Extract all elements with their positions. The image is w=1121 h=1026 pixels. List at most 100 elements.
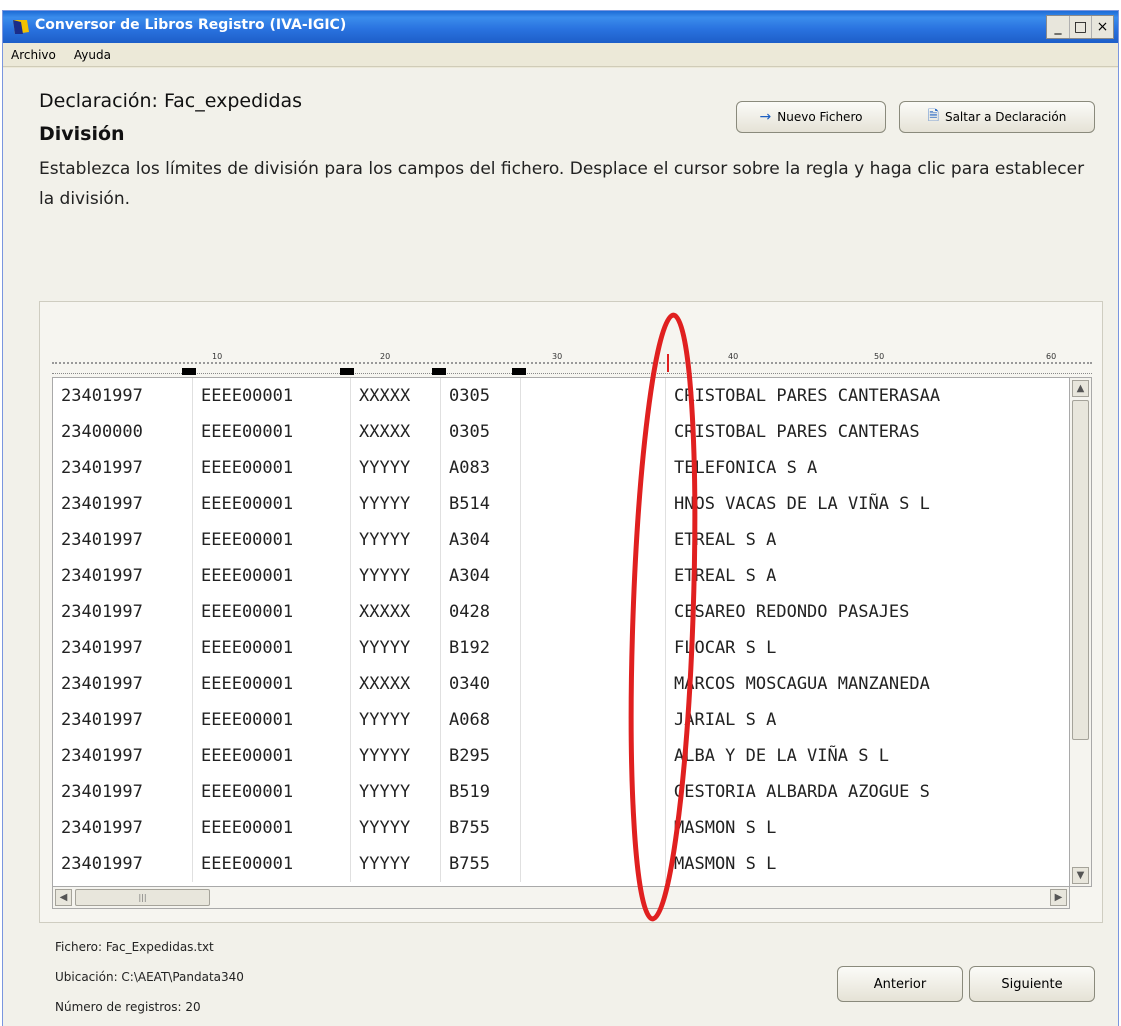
table-cell: EEEE00001 [193,702,351,738]
horizontal-scrollbar[interactable]: ◀ ||| ▶ [52,887,1070,909]
ruler-cursor [667,354,669,372]
table-cell: EEEE00001 [193,846,351,882]
app-window: Conversor de Libros Registro (IVA-IGIC) … [2,10,1119,1026]
jump-label: Saltar a Declaración [944,110,1067,124]
title-bar[interactable]: Conversor de Libros Registro (IVA-IGIC) … [3,11,1118,43]
table-cell [521,450,666,486]
table-row[interactable]: 23401997 EEEE00001 YYYYY B514 HNOS VACAS DE … [53,486,1069,522]
column-ruler[interactable]: 10 20 30 40 50 60 [52,342,1092,375]
table-cell: TELEFONICA S A [674,458,818,478]
table-cell [521,738,666,774]
table-cell: A304 [441,522,521,558]
division-marker[interactable] [182,368,196,375]
table-cell: EEEE00001 [193,522,351,558]
close-button[interactable]: × [1091,16,1113,38]
table-row[interactable]: 23401997 EEEE00001 YYYYY A304 ETREAL S A [53,522,1069,558]
division-marker[interactable] [432,368,446,375]
table-cell: EEEE00001 [193,774,351,810]
table-cell: 23401997 [53,846,193,882]
division-marker[interactable] [512,368,526,375]
table-cell: B755 [441,810,521,846]
table-cell [521,810,666,846]
table-cell: YYYYY [351,522,441,558]
table-cell [521,594,666,630]
minimize-button[interactable]: _ [1047,16,1069,38]
table-row[interactable]: 23401997 EEEE00001 YYYYY A304 ETREAL S A [53,558,1069,594]
table-cell: MASMON S L [674,854,777,874]
table-row[interactable]: 23401997 EEEE00001 YYYYY A068 JARIAL S A [53,702,1069,738]
data-grid[interactable]: 23401997 EEEE00001 XXXXX 0305 CRISTOBAL PARE… [52,377,1070,887]
table-cell: EEEE00001 [193,630,351,666]
table-row[interactable]: 23401997 EEEE00001 XXXXX 0305 CRISTOBAL PARE… [53,378,1069,414]
ruler-tick: 40 [728,352,739,361]
scroll-up-icon[interactable]: ▲ [1072,380,1089,397]
table-cell: EEEE00001 [193,594,351,630]
next-button[interactable]: Siguiente [969,966,1095,1002]
scroll-down-icon[interactable]: ▼ [1072,867,1089,884]
table-row[interactable]: 23401997 EEEE00001 XXXXX 0428 CESAREO REDOND… [53,594,1069,630]
scroll-left-icon[interactable]: ◀ [55,889,72,906]
table-cell: MASMON S L [674,818,777,838]
description: Establezca los límites de división para … [39,159,1085,209]
table-cell: EEEE00001 [193,810,351,846]
record-count-info: Número de registros: 20 [55,1000,201,1014]
vertical-scroll-thumb[interactable] [1072,400,1089,740]
scroll-right-icon[interactable]: ▶ [1050,889,1067,906]
table-cell: ETREAL S A [674,566,777,586]
table-cell: XXXXX [351,666,441,702]
division-panel: 10 20 30 40 50 60 23401997 EEEE00001 XXXXX… [39,301,1103,923]
new-file-button[interactable]: → Nuevo Fichero [736,101,886,133]
ruler-tick: 20 [380,352,391,361]
table-cell: 23401997 [53,810,193,846]
table-cell: YYYYY [351,558,441,594]
app-icon [13,20,29,34]
menu-ayuda[interactable]: Ayuda [74,48,111,62]
table-cell: A083 [441,450,521,486]
table-cell [521,630,666,666]
table-cell [521,666,666,702]
division-marker[interactable] [340,368,354,375]
table-row[interactable]: 23401997 EEEE00001 YYYYY B755 MASMON S L [53,810,1069,846]
table-cell: YYYYY [351,774,441,810]
table-row[interactable]: 23401997 EEEE00001 XXXXX 0340 MARCOS MOSCAGU… [53,666,1069,702]
table-row[interactable]: 23401997 EEEE00001 YYYYY B755 MASMON S L [53,846,1069,882]
previous-button[interactable]: Anterior [837,966,963,1002]
table-cell: 0305 [441,414,521,450]
table-cell: JARIAL S A [674,710,777,730]
jump-to-declaration-button[interactable]: 🗎 Saltar a Declaración [899,101,1095,133]
arrow-right-icon: → [759,109,772,125]
table-cell: 23401997 [53,666,193,702]
window-title: Conversor de Libros Registro (IVA-IGIC) [35,17,347,33]
ruler-tick: 50 [874,352,885,361]
table-cell: EEEE00001 [193,378,351,414]
table-cell: YYYYY [351,702,441,738]
table-row[interactable]: 23401997 EEEE00001 YYYYY A083 TELEFONICA S A [53,450,1069,486]
table-cell [521,522,666,558]
horizontal-scroll-thumb[interactable]: ||| [75,889,210,906]
table-cell: 23401997 [53,630,193,666]
ruler-dots [52,362,1092,364]
table-row[interactable]: 23400000 EEEE00001 XXXXX 0305 CRISTOBAL PARE… [53,414,1069,450]
table-cell: EEEE00001 [193,450,351,486]
table-cell: B295 [441,738,521,774]
menu-archivo[interactable]: Archivo [11,48,56,62]
vertical-scrollbar[interactable]: ▲ ▼ [1070,377,1092,887]
table-cell: B192 [441,630,521,666]
menu-bar: Archivo Ayuda [3,43,1118,67]
ruler-tick: 10 [212,352,223,361]
table-row[interactable]: 23401997 EEEE00001 YYYYY B295 ALBA Y DE LA V… [53,738,1069,774]
table-row[interactable]: 23401997 EEEE00001 YYYYY B519 GESTORIA ALBAR… [53,774,1069,810]
table-cell: MARCOS MOSCAGUA MANZANEDA [674,674,930,694]
table-cell: XXXXX [351,594,441,630]
table-cell: 23401997 [53,738,193,774]
table-cell: A068 [441,702,521,738]
maximize-button[interactable]: □ [1069,16,1091,38]
table-cell [521,846,666,882]
table-cell [521,414,666,450]
table-cell: XXXXX [351,378,441,414]
table-row[interactable]: 23401997 EEEE00001 YYYYY B192 FLOCAR S L [53,630,1069,666]
table-cell: XXXXX [351,414,441,450]
table-cell [521,702,666,738]
table-cell: EEEE00001 [193,486,351,522]
table-cell: 23400000 [53,414,193,450]
